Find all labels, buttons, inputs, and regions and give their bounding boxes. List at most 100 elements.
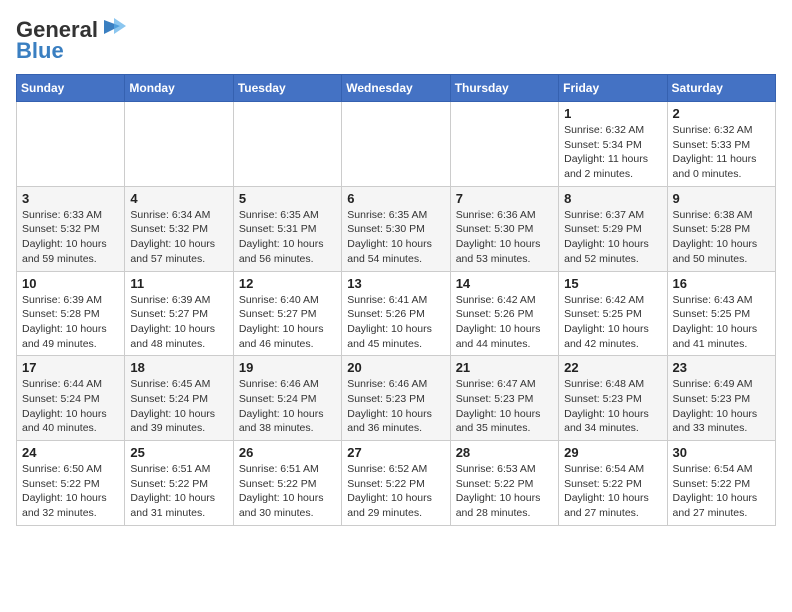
day-info: Sunrise: 6:42 AMSunset: 5:26 PMDaylight:… bbox=[456, 293, 553, 352]
calendar-cell: 7 Sunrise: 6:36 AMSunset: 5:30 PMDaylight… bbox=[450, 186, 558, 271]
calendar-cell bbox=[233, 102, 341, 187]
day-info: Sunrise: 6:40 AMSunset: 5:27 PMDaylight:… bbox=[239, 293, 336, 352]
day-number: 16 bbox=[673, 276, 770, 291]
day-info: Sunrise: 6:52 AMSunset: 5:22 PMDaylight:… bbox=[347, 462, 444, 521]
calendar-cell: 14 Sunrise: 6:42 AMSunset: 5:26 PMDayligh… bbox=[450, 271, 558, 356]
day-info: Sunrise: 6:54 AMSunset: 5:22 PMDaylight:… bbox=[673, 462, 770, 521]
calendar-cell bbox=[450, 102, 558, 187]
day-info: Sunrise: 6:35 AMSunset: 5:31 PMDaylight:… bbox=[239, 208, 336, 267]
day-info: Sunrise: 6:49 AMSunset: 5:23 PMDaylight:… bbox=[673, 377, 770, 436]
calendar-cell: 1 Sunrise: 6:32 AMSunset: 5:34 PMDaylight… bbox=[559, 102, 667, 187]
calendar-cell: 4Sunrise: 6:34 AMSunset: 5:32 PMDaylight… bbox=[125, 186, 233, 271]
day-info: Sunrise: 6:33 AMSunset: 5:32 PMDaylight:… bbox=[22, 208, 119, 267]
day-number: 4 bbox=[130, 191, 227, 206]
calendar-cell: 10 Sunrise: 6:39 AMSunset: 5:28 PMDayligh… bbox=[17, 271, 125, 356]
day-info: Sunrise: 6:51 AMSunset: 5:22 PMDaylight:… bbox=[130, 462, 227, 521]
weekday-header: Thursday bbox=[450, 75, 558, 102]
day-info: Sunrise: 6:51 AMSunset: 5:22 PMDaylight:… bbox=[239, 462, 336, 521]
day-number: 24 bbox=[22, 445, 119, 460]
day-number: 22 bbox=[564, 360, 661, 375]
day-info: Sunrise: 6:41 AMSunset: 5:26 PMDaylight:… bbox=[347, 293, 444, 352]
calendar-cell bbox=[342, 102, 450, 187]
calendar-cell: 2 Sunrise: 6:32 AMSunset: 5:33 PMDaylight… bbox=[667, 102, 775, 187]
day-number: 10 bbox=[22, 276, 119, 291]
calendar-cell: 24 Sunrise: 6:50 AMSunset: 5:22 PMDayligh… bbox=[17, 441, 125, 526]
day-info: Sunrise: 6:43 AMSunset: 5:25 PMDaylight:… bbox=[673, 293, 770, 352]
calendar-cell: 15 Sunrise: 6:42 AMSunset: 5:25 PMDayligh… bbox=[559, 271, 667, 356]
day-number: 1 bbox=[564, 106, 661, 121]
logo: General Blue bbox=[16, 16, 128, 62]
day-number: 9 bbox=[673, 191, 770, 206]
day-info: Sunrise: 6:54 AMSunset: 5:22 PMDaylight:… bbox=[564, 462, 661, 521]
logo-blue: Blue bbox=[16, 40, 64, 62]
day-info: Sunrise: 6:38 AMSunset: 5:28 PMDaylight:… bbox=[673, 208, 770, 267]
calendar-cell: 25 Sunrise: 6:51 AMSunset: 5:22 PMDayligh… bbox=[125, 441, 233, 526]
calendar-cell: 3Sunrise: 6:33 AMSunset: 5:32 PMDaylight… bbox=[17, 186, 125, 271]
weekday-header: Tuesday bbox=[233, 75, 341, 102]
day-number: 14 bbox=[456, 276, 553, 291]
page-header: General Blue bbox=[16, 16, 776, 62]
day-number: 30 bbox=[673, 445, 770, 460]
day-number: 20 bbox=[347, 360, 444, 375]
day-number: 5 bbox=[239, 191, 336, 206]
day-number: 18 bbox=[130, 360, 227, 375]
weekday-header: Wednesday bbox=[342, 75, 450, 102]
calendar-cell bbox=[17, 102, 125, 187]
calendar-cell: 13Sunrise: 6:41 AMSunset: 5:26 PMDayligh… bbox=[342, 271, 450, 356]
day-info: Sunrise: 6:48 AMSunset: 5:23 PMDaylight:… bbox=[564, 377, 661, 436]
day-info: Sunrise: 6:32 AMSunset: 5:34 PMDaylight:… bbox=[564, 123, 661, 182]
day-number: 26 bbox=[239, 445, 336, 460]
day-info: Sunrise: 6:42 AMSunset: 5:25 PMDaylight:… bbox=[564, 293, 661, 352]
calendar-cell: 21Sunrise: 6:47 AMSunset: 5:23 PMDayligh… bbox=[450, 356, 558, 441]
weekday-header: Friday bbox=[559, 75, 667, 102]
day-info: Sunrise: 6:46 AMSunset: 5:23 PMDaylight:… bbox=[347, 377, 444, 436]
calendar-cell: 22 Sunrise: 6:48 AMSunset: 5:23 PMDayligh… bbox=[559, 356, 667, 441]
logo-arrow-icon bbox=[100, 12, 128, 44]
day-info: Sunrise: 6:35 AMSunset: 5:30 PMDaylight:… bbox=[347, 208, 444, 267]
calendar-cell: 18 Sunrise: 6:45 AMSunset: 5:24 PMDayligh… bbox=[125, 356, 233, 441]
calendar-header: SundayMondayTuesdayWednesdayThursdayFrid… bbox=[17, 75, 776, 102]
day-number: 17 bbox=[22, 360, 119, 375]
day-number: 19 bbox=[239, 360, 336, 375]
calendar-cell: 9 Sunrise: 6:38 AMSunset: 5:28 PMDaylight… bbox=[667, 186, 775, 271]
day-info: Sunrise: 6:32 AMSunset: 5:33 PMDaylight:… bbox=[673, 123, 770, 182]
day-number: 29 bbox=[564, 445, 661, 460]
calendar-cell: 8 Sunrise: 6:37 AMSunset: 5:29 PMDaylight… bbox=[559, 186, 667, 271]
day-number: 27 bbox=[347, 445, 444, 460]
day-info: Sunrise: 6:50 AMSunset: 5:22 PMDaylight:… bbox=[22, 462, 119, 521]
day-number: 28 bbox=[456, 445, 553, 460]
day-info: Sunrise: 6:39 AMSunset: 5:28 PMDaylight:… bbox=[22, 293, 119, 352]
calendar-table: SundayMondayTuesdayWednesdayThursdayFrid… bbox=[16, 74, 776, 526]
day-info: Sunrise: 6:37 AMSunset: 5:29 PMDaylight:… bbox=[564, 208, 661, 267]
day-number: 25 bbox=[130, 445, 227, 460]
calendar-cell: 20 Sunrise: 6:46 AMSunset: 5:23 PMDayligh… bbox=[342, 356, 450, 441]
calendar-cell: 29 Sunrise: 6:54 AMSunset: 5:22 PMDayligh… bbox=[559, 441, 667, 526]
day-number: 8 bbox=[564, 191, 661, 206]
day-info: Sunrise: 6:46 AMSunset: 5:24 PMDaylight:… bbox=[239, 377, 336, 436]
day-info: Sunrise: 6:44 AMSunset: 5:24 PMDaylight:… bbox=[22, 377, 119, 436]
weekday-header: Sunday bbox=[17, 75, 125, 102]
calendar-cell: 26 Sunrise: 6:51 AMSunset: 5:22 PMDayligh… bbox=[233, 441, 341, 526]
calendar-cell: 17 Sunrise: 6:44 AMSunset: 5:24 PMDayligh… bbox=[17, 356, 125, 441]
calendar-cell: 5 Sunrise: 6:35 AMSunset: 5:31 PMDaylight… bbox=[233, 186, 341, 271]
calendar-cell: 30 Sunrise: 6:54 AMSunset: 5:22 PMDayligh… bbox=[667, 441, 775, 526]
calendar-cell: 27 Sunrise: 6:52 AMSunset: 5:22 PMDayligh… bbox=[342, 441, 450, 526]
day-info: Sunrise: 6:53 AMSunset: 5:22 PMDaylight:… bbox=[456, 462, 553, 521]
day-info: Sunrise: 6:47 AMSunset: 5:23 PMDaylight:… bbox=[456, 377, 553, 436]
day-number: 7 bbox=[456, 191, 553, 206]
calendar-cell: 28 Sunrise: 6:53 AMSunset: 5:22 PMDayligh… bbox=[450, 441, 558, 526]
weekday-header: Monday bbox=[125, 75, 233, 102]
day-info: Sunrise: 6:45 AMSunset: 5:24 PMDaylight:… bbox=[130, 377, 227, 436]
day-number: 15 bbox=[564, 276, 661, 291]
calendar-cell: 11Sunrise: 6:39 AMSunset: 5:27 PMDayligh… bbox=[125, 271, 233, 356]
day-number: 11 bbox=[130, 276, 227, 291]
weekday-header: Saturday bbox=[667, 75, 775, 102]
calendar-cell: 6 Sunrise: 6:35 AMSunset: 5:30 PMDaylight… bbox=[342, 186, 450, 271]
calendar-cell: 23Sunrise: 6:49 AMSunset: 5:23 PMDayligh… bbox=[667, 356, 775, 441]
calendar-cell bbox=[125, 102, 233, 187]
calendar-cell: 16 Sunrise: 6:43 AMSunset: 5:25 PMDayligh… bbox=[667, 271, 775, 356]
day-number: 2 bbox=[673, 106, 770, 121]
day-number: 6 bbox=[347, 191, 444, 206]
calendar-cell: 19 Sunrise: 6:46 AMSunset: 5:24 PMDayligh… bbox=[233, 356, 341, 441]
day-info: Sunrise: 6:36 AMSunset: 5:30 PMDaylight:… bbox=[456, 208, 553, 267]
